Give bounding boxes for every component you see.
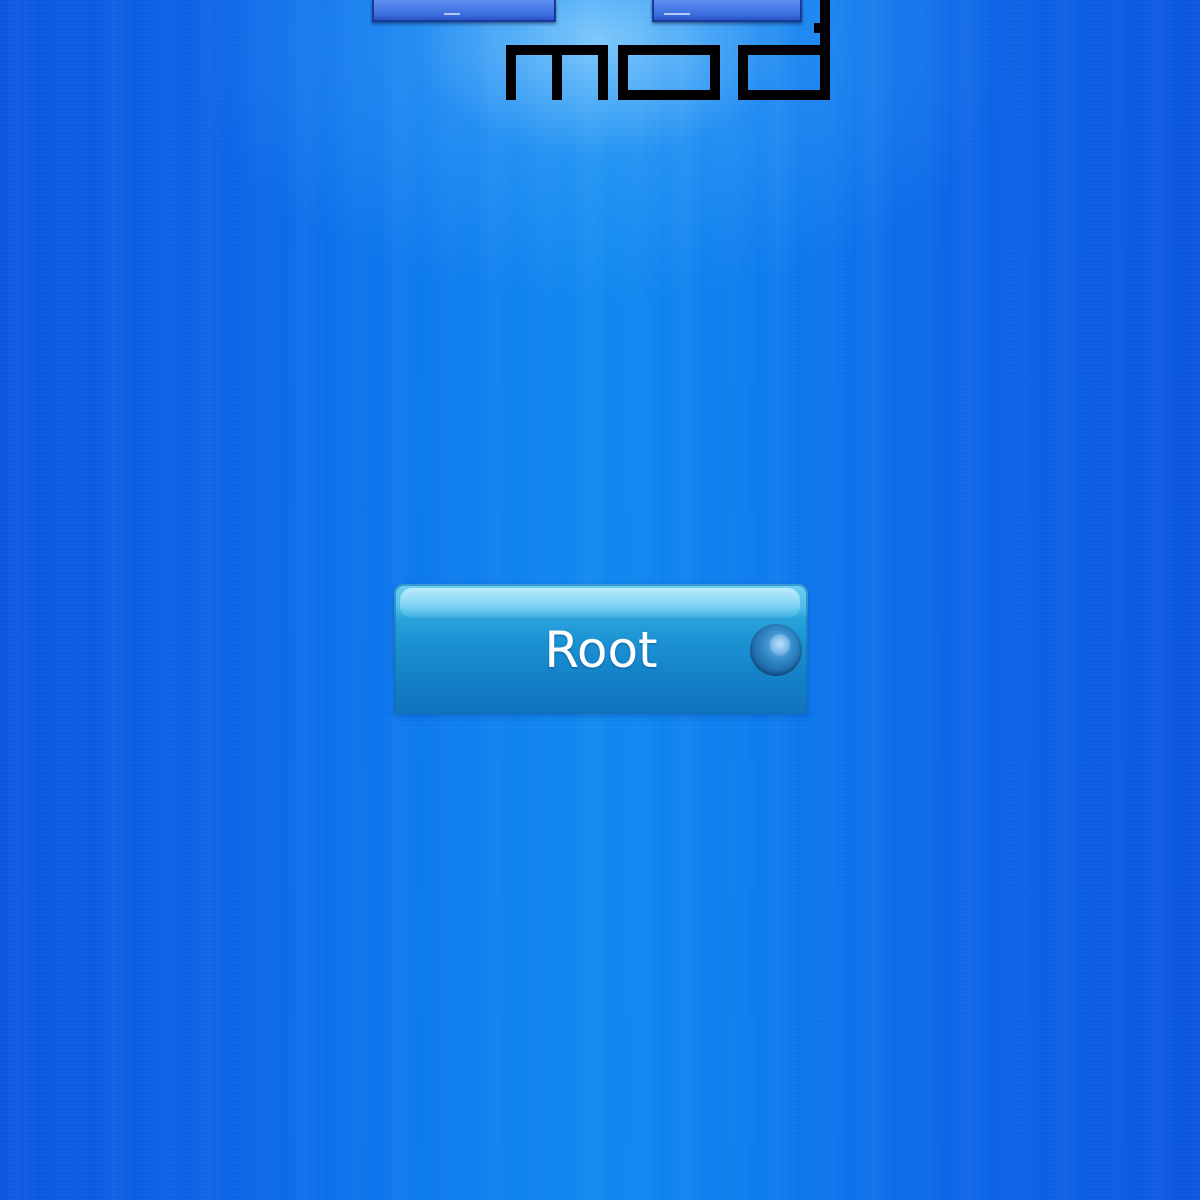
app-background: Root	[0, 0, 1200, 1200]
root-button[interactable]: Root	[394, 584, 808, 714]
mod-logo-icon	[506, 0, 830, 100]
bubble-shine	[770, 634, 790, 656]
app-logo	[360, 0, 840, 110]
root-button-label: Root	[544, 621, 658, 679]
bubble-icon	[750, 624, 802, 676]
button-gloss	[400, 588, 800, 618]
